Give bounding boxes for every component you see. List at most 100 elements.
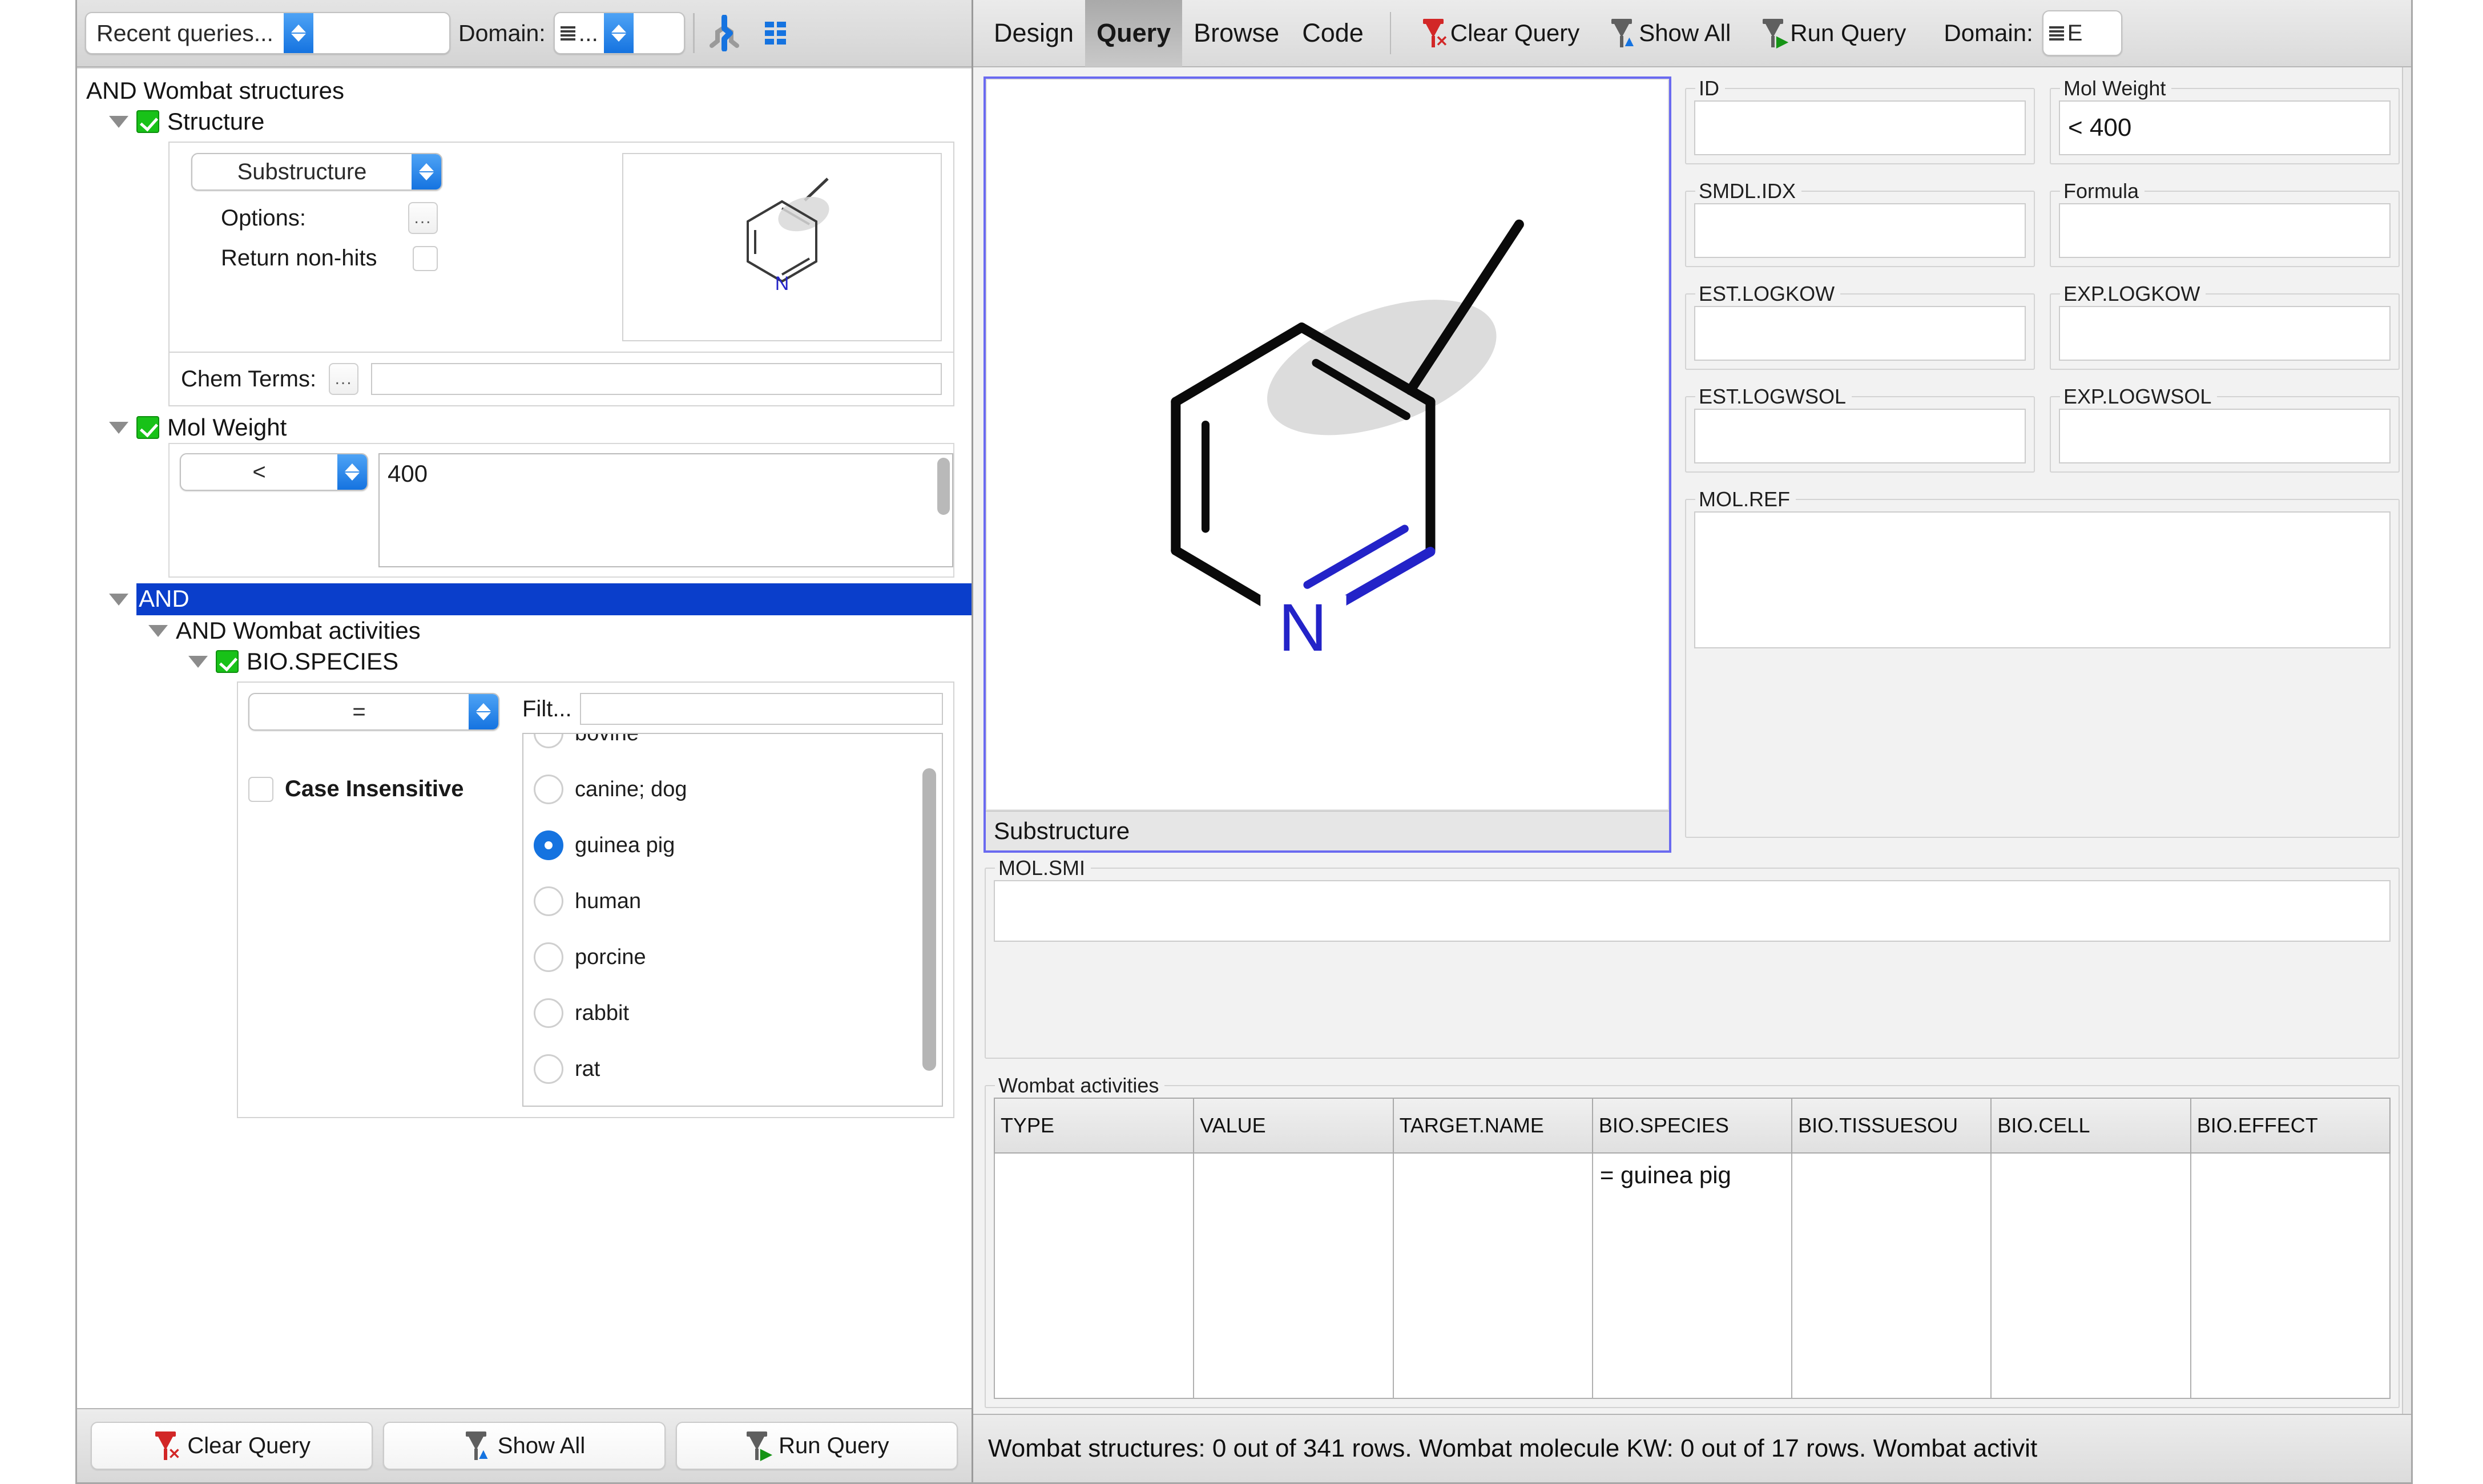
species-radio[interactable] bbox=[534, 886, 563, 916]
expand-triangle-icon[interactable] bbox=[109, 115, 128, 128]
show-all-button-right[interactable]: ▲ Show All bbox=[1594, 19, 1746, 49]
tree-item-bio-species[interactable]: BIO.SPECIES bbox=[77, 646, 972, 677]
expand-triangle-icon[interactable] bbox=[148, 624, 168, 637]
cell-type[interactable] bbox=[993, 1153, 1195, 1399]
chem-terms-input[interactable] bbox=[371, 363, 942, 395]
cell-bio-effect[interactable] bbox=[2190, 1153, 2391, 1399]
property-fields: ID Mol Weight < 400 SMDL.IDX Formula EST… bbox=[1684, 76, 2401, 853]
list-item[interactable]: canine; dog bbox=[523, 761, 942, 817]
cell-target-name[interactable] bbox=[1392, 1153, 1593, 1399]
options-button[interactable]: ... bbox=[408, 202, 438, 234]
tab-code[interactable]: Code bbox=[1291, 0, 1375, 67]
domain-stepper-icon-left[interactable] bbox=[603, 13, 634, 53]
species-label: bovine bbox=[575, 733, 639, 745]
molweight-operator-stepper-icon[interactable] bbox=[337, 454, 367, 490]
bio-species-checkbox[interactable] bbox=[216, 650, 239, 673]
species-list-scrollbar[interactable] bbox=[922, 768, 936, 1071]
list-item[interactable]: rat bbox=[523, 1041, 942, 1097]
species-radio[interactable] bbox=[534, 1054, 563, 1084]
species-radio-selected[interactable] bbox=[534, 830, 563, 860]
structure-sketcher[interactable]: N Substructure bbox=[983, 76, 1671, 853]
column-header-bio-species[interactable]: BIO.SPECIES bbox=[1591, 1098, 1793, 1154]
list-item[interactable]: guinea pig bbox=[523, 817, 942, 873]
results-body: N Substructure ID Mol Weight < 400 SMDL.… bbox=[973, 67, 2411, 1414]
structure-checkbox[interactable] bbox=[136, 110, 159, 133]
show-all-button-left[interactable]: ▲ Show All bbox=[383, 1422, 666, 1470]
list-item[interactable]: human bbox=[523, 873, 942, 929]
tab-browse[interactable]: Browse bbox=[1182, 0, 1291, 67]
column-header-bio-cell[interactable]: BIO.CELL bbox=[1990, 1098, 2191, 1154]
query-tree[interactable]: AND Wombat structures Structure Substruc… bbox=[77, 67, 972, 1408]
cell-bio-species[interactable]: = guinea pig bbox=[1591, 1153, 1793, 1399]
list-item[interactable]: rabbit bbox=[523, 985, 942, 1041]
field-id-input[interactable] bbox=[1694, 100, 2026, 155]
field-smdl-idx-input[interactable] bbox=[1694, 203, 2026, 258]
cell-bio-tissuesou[interactable] bbox=[1791, 1153, 1992, 1399]
list-item[interactable]: bovine bbox=[523, 733, 942, 761]
tree-item-and[interactable]: AND bbox=[77, 583, 972, 615]
expand-triangle-icon[interactable] bbox=[188, 655, 208, 668]
structure-mode-dropdown[interactable]: Substructure bbox=[191, 153, 442, 191]
expand-triangle-icon[interactable] bbox=[109, 593, 128, 606]
run-query-button-right[interactable]: ▶ Run Query bbox=[1746, 19, 1921, 49]
recent-queries-stepper-icon[interactable] bbox=[283, 13, 313, 53]
species-filter-input[interactable] bbox=[579, 693, 943, 725]
column-header-type[interactable]: TYPE bbox=[993, 1098, 1195, 1154]
tree-item-structure[interactable]: Structure bbox=[77, 106, 972, 137]
list-item[interactable]: porcine bbox=[523, 929, 942, 985]
tree-item-molweight[interactable]: Mol Weight bbox=[77, 412, 972, 443]
sketcher-canvas[interactable]: N bbox=[986, 79, 1669, 811]
tab-design[interactable]: Design bbox=[982, 0, 1085, 67]
tab-query[interactable]: Query bbox=[1085, 0, 1183, 67]
show-all-funnel-icon: ▲ bbox=[1609, 19, 1636, 49]
species-radio[interactable] bbox=[534, 775, 563, 804]
structure-editor-panel: Substructure Options: ... Return non-hit… bbox=[168, 142, 954, 353]
right-panel-scrollbar[interactable] bbox=[2402, 67, 2411, 1414]
table-row[interactable]: = guinea pig bbox=[993, 1153, 2391, 1399]
return-nonhits-checkbox[interactable] bbox=[413, 245, 438, 271]
grid-icon[interactable] bbox=[754, 11, 797, 55]
species-label: rat bbox=[575, 1056, 600, 1081]
column-header-target-name[interactable]: TARGET.NAME bbox=[1392, 1098, 1593, 1154]
chem-terms-button[interactable]: ... bbox=[329, 363, 359, 395]
field-est-logkow-legend: EST.LOGKOW bbox=[1699, 282, 1835, 305]
domain-dropdown-left[interactable]: ... bbox=[553, 12, 685, 54]
tree-item-and-activities[interactable]: AND Wombat activities bbox=[77, 615, 972, 646]
field-molweight-input[interactable]: < 400 bbox=[2059, 100, 2391, 155]
expand-triangle-icon[interactable] bbox=[109, 421, 128, 434]
recent-queries-dropdown[interactable]: Recent queries... bbox=[85, 12, 450, 54]
species-radio[interactable] bbox=[534, 734, 563, 748]
field-est-logkow-input[interactable] bbox=[1694, 306, 2026, 361]
field-mol-smi-input[interactable] bbox=[994, 880, 2391, 942]
column-header-value[interactable]: VALUE bbox=[1193, 1098, 1394, 1154]
molweight-checkbox[interactable] bbox=[136, 416, 159, 439]
molweight-scrollbar[interactable] bbox=[937, 458, 950, 515]
run-query-button-left[interactable]: ▶ Run Query bbox=[675, 1422, 958, 1470]
species-radio-list[interactable]: bovine canine; dog guinea pig human porc… bbox=[522, 733, 943, 1107]
field-est-logwsol-input[interactable] bbox=[1694, 409, 2026, 463]
molweight-value-field[interactable]: 400 bbox=[378, 453, 953, 567]
domain-value-left: ... bbox=[578, 19, 598, 46]
case-insensitive-checkbox[interactable] bbox=[248, 776, 273, 802]
molweight-operator-dropdown[interactable]: < bbox=[180, 453, 368, 491]
structure-icon[interactable] bbox=[703, 11, 746, 55]
domain-dropdown-right[interactable]: E bbox=[2042, 10, 2122, 56]
column-header-bio-effect[interactable]: BIO.EFFECT bbox=[2190, 1098, 2391, 1154]
column-header-bio-tissuesou[interactable]: BIO.TISSUESOU bbox=[1791, 1098, 1992, 1154]
field-mol-ref-input[interactable] bbox=[1694, 511, 2391, 648]
bio-species-operator-dropdown[interactable]: = bbox=[248, 693, 499, 731]
activities-table[interactable]: TYPE VALUE TARGET.NAME BIO.SPECIES BIO.T… bbox=[993, 1098, 2391, 1399]
cell-bio-cell[interactable] bbox=[1990, 1153, 2191, 1399]
clear-query-button-right[interactable]: ✕ Clear Query bbox=[1406, 19, 1594, 49]
field-formula-input[interactable] bbox=[2059, 203, 2391, 258]
structure-preview[interactable]: N bbox=[622, 153, 942, 341]
field-exp-logwsol-input[interactable] bbox=[2059, 409, 2391, 463]
bio-species-operator-stepper-icon[interactable] bbox=[469, 694, 498, 729]
cell-value[interactable] bbox=[1193, 1153, 1394, 1399]
clear-query-button-left[interactable]: ✕ Clear Query bbox=[91, 1422, 373, 1470]
structure-mode-stepper-icon[interactable] bbox=[412, 154, 441, 189]
field-mol-smi: MOL.SMI bbox=[985, 856, 2400, 1059]
species-radio[interactable] bbox=[534, 942, 563, 972]
species-radio[interactable] bbox=[534, 998, 563, 1028]
field-exp-logkow-input[interactable] bbox=[2059, 306, 2391, 361]
